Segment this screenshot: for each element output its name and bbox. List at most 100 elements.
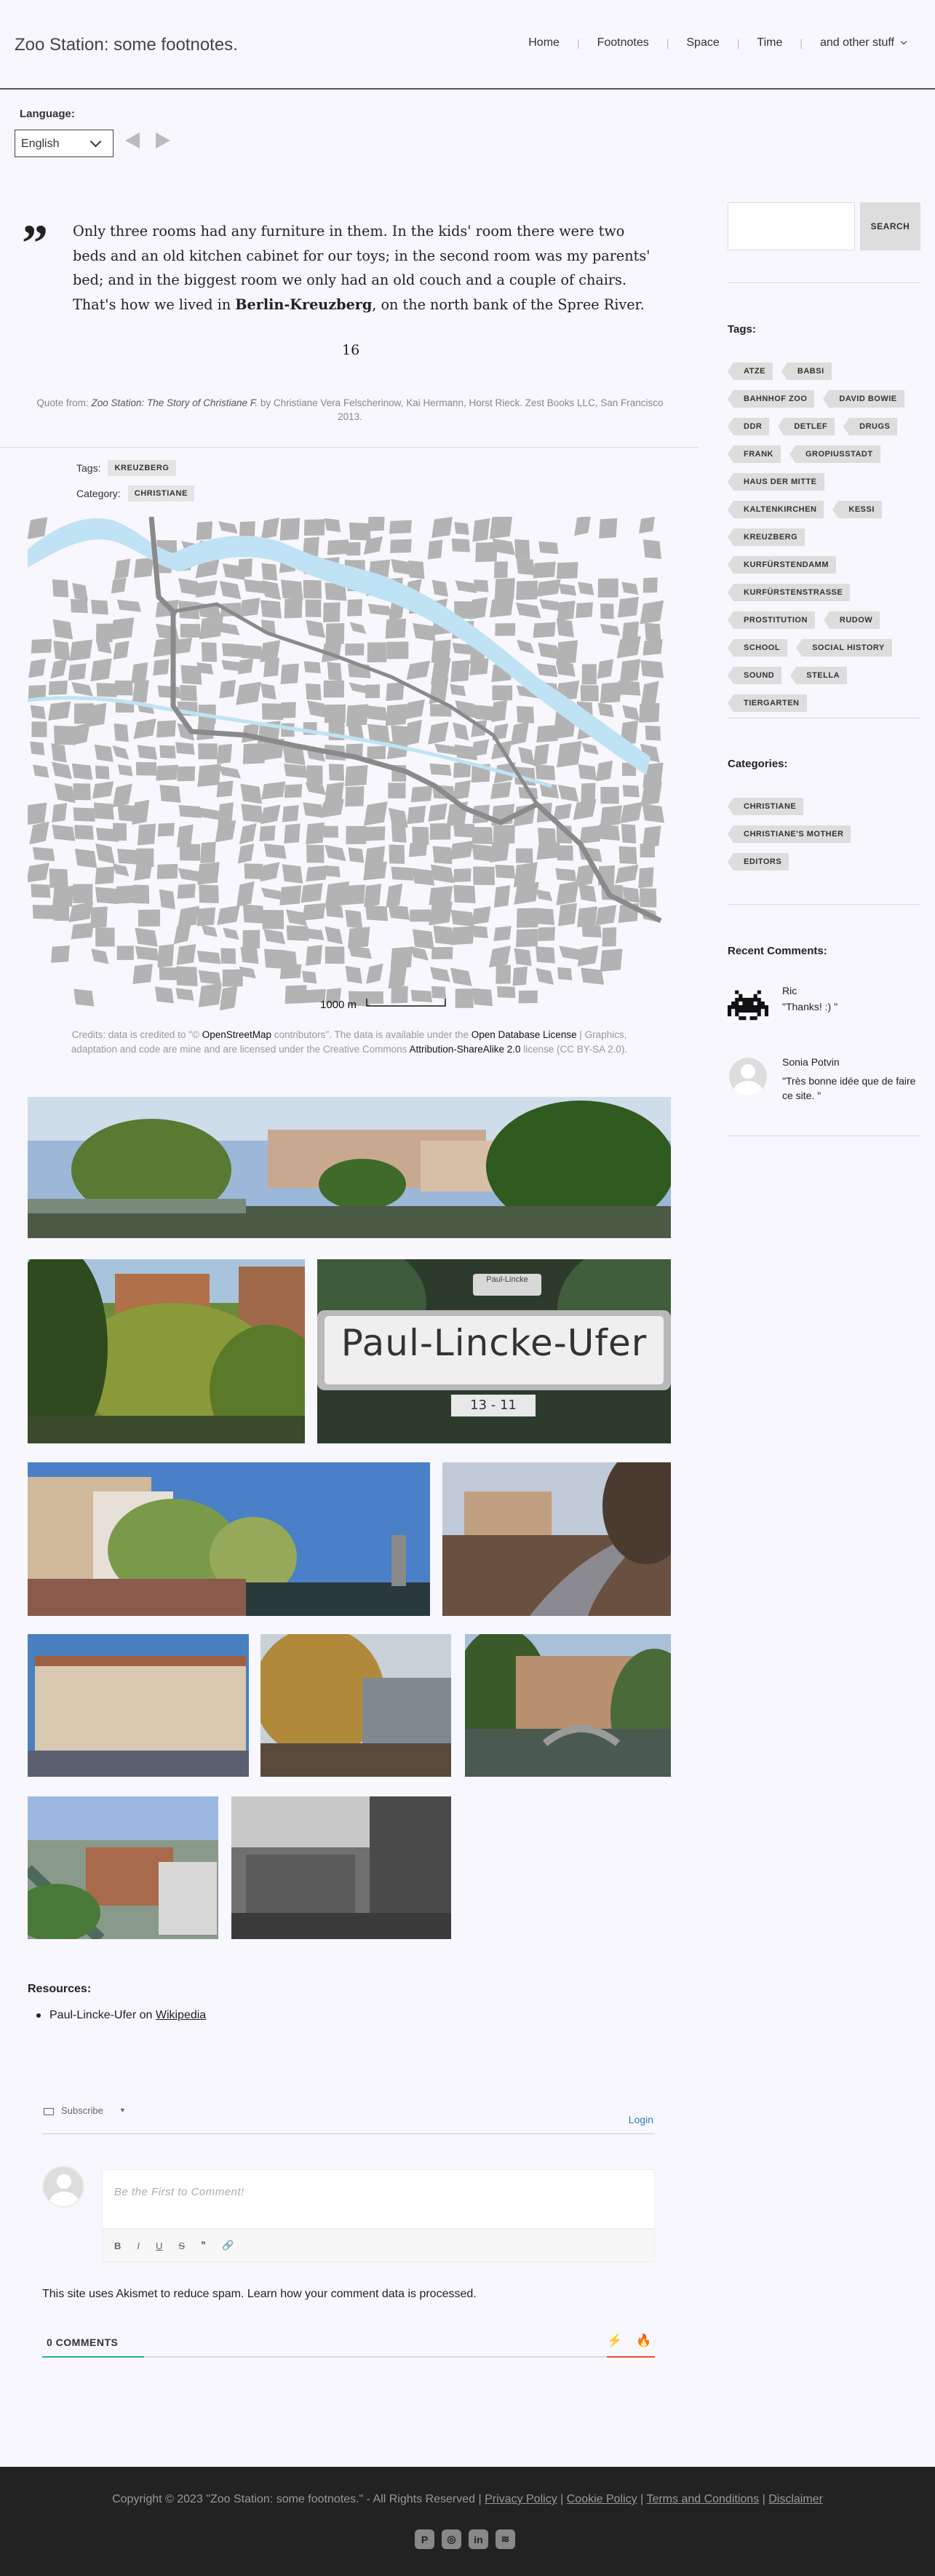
map-block — [113, 863, 130, 877]
tag-atze[interactable]: ATZE — [728, 362, 773, 380]
odbl-link[interactable]: Open Database License — [472, 1029, 577, 1040]
photo-street-view[interactable] — [231, 1796, 451, 1939]
map-block — [282, 805, 299, 823]
nav-other-stuff[interactable]: and other stuff — [820, 36, 894, 49]
comment-author[interactable]: Ric — [782, 985, 797, 996]
subscribe-button[interactable]: Subscribe — [61, 2105, 103, 2116]
photo-street-sign[interactable]: Paul-Lincke Paul-Lincke-Ufer 13 - 11 — [317, 1259, 671, 1443]
login-link[interactable]: Login — [629, 2114, 653, 2125]
map-block — [196, 950, 221, 964]
chevron-down-icon[interactable]: ▼ — [119, 2107, 126, 2114]
tag-frank[interactable]: FRANK — [728, 445, 781, 463]
chevron-down-icon[interactable] — [900, 38, 907, 45]
tag-kreuzberg[interactable]: KREUZBERG — [727, 528, 805, 546]
flame-icon[interactable]: 🔥 — [636, 2334, 651, 2348]
photo-canal-bridge[interactable] — [465, 1634, 671, 1777]
map-block — [595, 905, 617, 926]
comment-excerpt[interactable]: "Très bonne idée que de faire ce site. " — [782, 1074, 920, 1103]
tag-school[interactable]: SCHOOL — [727, 639, 788, 657]
category-christiane-s-mother[interactable]: CHRISTIANE'S MOTHER — [727, 825, 851, 843]
tag-detlef[interactable]: DETLEF — [778, 418, 835, 435]
nav-time[interactable]: Time — [757, 36, 782, 49]
disclaimer-link[interactable]: Disclaimer — [768, 2493, 823, 2505]
tag-sound[interactable]: SOUND — [727, 667, 782, 684]
map-block — [236, 881, 255, 907]
previous-arrow-icon[interactable] — [125, 132, 140, 148]
tag-bahnhof-zoo[interactable]: BAHNHOF ZOO — [727, 390, 815, 408]
map-block — [134, 861, 153, 881]
tag-tiergarten[interactable]: TIERGARTEN — [728, 694, 807, 712]
linkedin-icon[interactable]: in — [469, 2529, 488, 2549]
tag-babsi[interactable]: BABSI — [781, 362, 832, 380]
comment-input[interactable]: Be the First to Comment! — [102, 2169, 655, 2229]
nav-footnotes[interactable]: Footnotes — [597, 36, 649, 49]
photo-building-facade[interactable] — [28, 1634, 249, 1777]
nav-space[interactable]: Space — [686, 36, 719, 49]
map-block — [366, 963, 383, 984]
tag-prostitution[interactable]: PROSTITUTION — [728, 611, 815, 629]
bolt-icon[interactable]: ⚡ — [607, 2334, 622, 2348]
tag-haus-der-mitte[interactable]: HAUS DER MITTE — [728, 473, 824, 491]
tag-drugs[interactable]: DRUGS — [843, 418, 898, 435]
tag-david-bowie[interactable]: DAVID BOWIE — [823, 390, 904, 408]
envelope-icon[interactable] — [44, 2108, 54, 2115]
map-block — [261, 703, 284, 721]
post-tag-kreuzberg[interactable]: KREUZBERG — [108, 460, 176, 476]
photo-canal-winter[interactable] — [442, 1462, 671, 1616]
tag-social-history[interactable]: SOCIAL HISTORY — [796, 639, 892, 657]
osm-link[interactable]: OpenStreetMap — [202, 1029, 271, 1040]
search-input[interactable] — [728, 202, 855, 250]
map-block — [367, 642, 387, 662]
nav-home[interactable]: Home — [528, 36, 560, 49]
tag-kessi[interactable]: KESSI — [832, 501, 882, 518]
rss-icon[interactable]: ≋ — [496, 2529, 515, 2549]
italic-button[interactable]: I — [137, 2240, 140, 2251]
photo-canal-market[interactable] — [28, 1462, 430, 1616]
pinterest-icon[interactable]: P — [415, 2529, 434, 2549]
map-block — [556, 640, 578, 665]
photo-aerial-view[interactable] — [28, 1796, 218, 1939]
category-editors[interactable]: EDITORS — [727, 853, 789, 871]
privacy-policy-link[interactable]: Privacy Policy — [485, 2493, 557, 2505]
tag-stella[interactable]: STELLA — [790, 667, 848, 684]
photo-willow-tree[interactable] — [28, 1259, 305, 1443]
cookie-policy-link[interactable]: Cookie Policy — [567, 2493, 637, 2505]
site-title[interactable]: Zoo Station: some footnotes. — [15, 35, 238, 55]
photo-canal-panorama[interactable] — [28, 1097, 671, 1238]
cc-link[interactable]: Attribution-ShareAlike 2.0 — [409, 1044, 520, 1055]
map-block — [367, 517, 385, 531]
map-block — [195, 580, 218, 598]
bold-button[interactable]: B — [114, 2240, 121, 2251]
map-block — [472, 988, 493, 1007]
link-button[interactable]: 🔗 — [222, 2240, 234, 2251]
map-block — [536, 889, 553, 902]
post-category-christiane[interactable]: CHRISTIANE — [127, 486, 194, 502]
next-arrow-icon[interactable] — [156, 132, 170, 148]
comment-author[interactable]: Sonia Potvin — [782, 1056, 840, 1068]
tag-rudow[interactable]: RUDOW — [823, 611, 880, 629]
map-block — [557, 967, 573, 980]
map-block — [557, 845, 573, 861]
map-block — [600, 603, 614, 619]
map-block — [113, 823, 127, 841]
blockquote-button[interactable]: ❞ — [201, 2240, 206, 2251]
terms-link[interactable]: Terms and Conditions — [646, 2493, 759, 2505]
instagram-icon[interactable]: ◎ — [442, 2529, 461, 2549]
tag-kurf-rstenstrasse[interactable]: KURFÜRSTENSTRASSE — [727, 584, 851, 601]
tag-gropiusstadt[interactable]: GROPIUSSTADT — [789, 445, 880, 463]
underline-button[interactable]: U — [156, 2240, 162, 2251]
map-block — [279, 964, 302, 980]
tag-kurf-rstendamm[interactable]: KURFÜRSTENDAMM — [728, 556, 836, 574]
tag-ddr[interactable]: DDR — [727, 418, 770, 435]
map-block — [47, 701, 71, 721]
map-block — [385, 618, 407, 639]
language-select[interactable]: English — [15, 130, 114, 157]
photo-willow-canal[interactable] — [260, 1634, 451, 1777]
wikipedia-link[interactable]: Wikipedia — [156, 2009, 206, 2021]
comment-excerpt[interactable]: "Thanks! :) " — [782, 1001, 837, 1012]
category-christiane[interactable]: CHRISTIANE — [727, 798, 804, 815]
map-block — [345, 786, 365, 807]
tag-kaltenkirchen[interactable]: KALTENKIRCHEN — [727, 501, 824, 518]
search-button[interactable]: SEARCH — [860, 202, 920, 250]
strikethrough-button[interactable]: S — [178, 2240, 185, 2251]
